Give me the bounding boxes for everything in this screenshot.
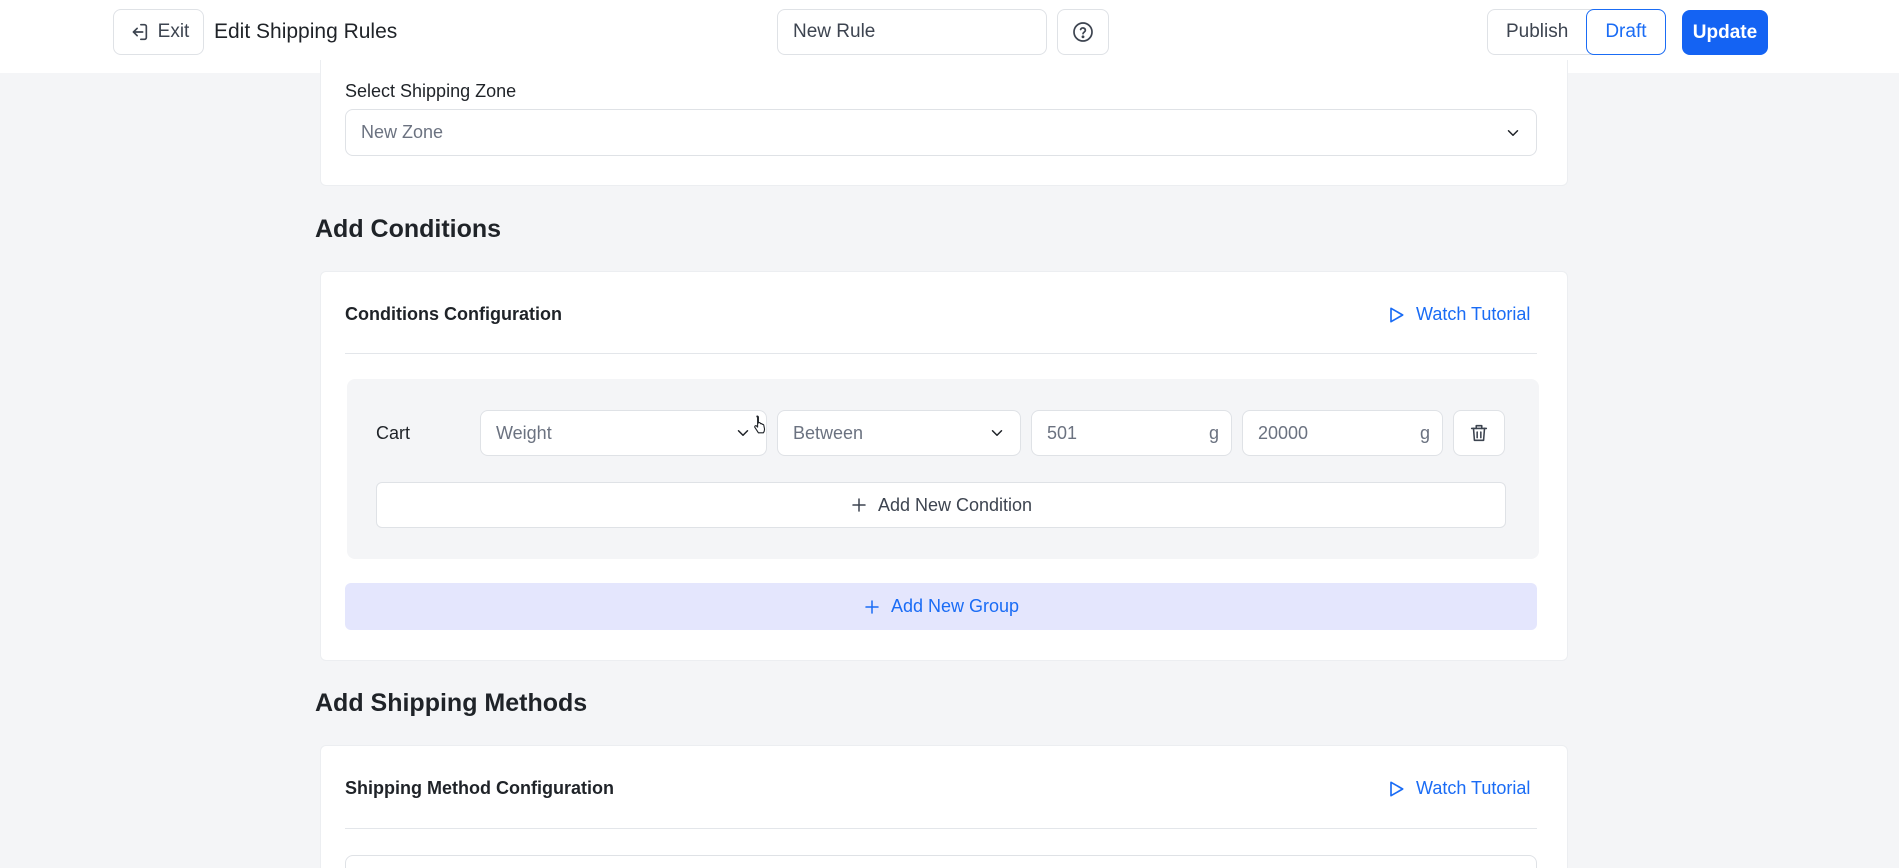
add-shipping-methods-heading: Add Shipping Methods <box>315 689 588 717</box>
add-conditions-heading: Add Conditions <box>315 215 502 243</box>
plus-icon <box>865 599 879 614</box>
pointer-cursor-icon <box>754 415 766 434</box>
condition-operator-value: Between <box>793 422 864 443</box>
chevron-down-icon <box>1507 129 1519 136</box>
status-toggle: Publish Draft <box>1487 9 1666 55</box>
shipping-methods-divider <box>345 828 1537 829</box>
shipping-methods-card <box>320 745 1568 868</box>
conditions-divider <box>345 353 1537 354</box>
conditions-card-title: Conditions Configuration <box>345 304 562 324</box>
plus-icon <box>852 498 866 512</box>
question-circle-icon <box>1073 22 1093 42</box>
page-title: Edit Shipping Rules <box>214 20 398 43</box>
condition-operator-select[interactable]: Between <box>777 410 1021 456</box>
delete-condition-button[interactable] <box>1453 410 1505 456</box>
condition-min-input[interactable]: 501 g <box>1031 410 1232 456</box>
shipping-zone-select[interactable]: New Zone <box>345 109 1537 156</box>
shipping-zone-value: New Zone <box>361 122 444 142</box>
exit-icon <box>132 23 147 41</box>
exit-button[interactable]: Exit <box>113 9 204 55</box>
condition-scope-label: Cart <box>376 423 411 443</box>
condition-group <box>347 379 1539 559</box>
max-unit: g <box>1419 422 1430 443</box>
add-group-button[interactable]: Add New Group <box>345 583 1537 630</box>
add-condition-label: Add New Condition <box>877 494 1033 515</box>
watch-tutorial-label: Watch Tutorial <box>1416 304 1531 324</box>
condition-attribute-value: Weight <box>496 422 552 443</box>
update-button[interactable]: Update <box>1682 10 1768 55</box>
trash-icon <box>1470 424 1488 442</box>
draft-option[interactable]: Draft <box>1586 9 1666 55</box>
play-icon <box>1390 307 1404 322</box>
chevron-down-icon <box>737 430 749 436</box>
shipping-methods-card-title: Shipping Method Configuration <box>345 778 614 798</box>
conditions-watch-tutorial-link[interactable]: Watch Tutorial <box>1386 304 1530 325</box>
add-group-label: Add New Group <box>890 596 1020 616</box>
help-button[interactable] <box>1057 9 1109 55</box>
max-value: 20000 <box>1258 422 1309 443</box>
shipping-watch-tutorial-link[interactable]: Watch Tutorial <box>1386 778 1530 799</box>
min-value: 501 <box>1047 422 1078 443</box>
condition-max-input[interactable]: 20000 g <box>1242 410 1443 456</box>
play-icon <box>1390 781 1404 796</box>
add-condition-button[interactable]: Add New Condition <box>376 482 1506 528</box>
chevron-down-icon <box>991 430 1003 436</box>
watch-tutorial-label: Watch Tutorial <box>1416 778 1531 798</box>
condition-attribute-select[interactable]: Weight <box>480 410 767 456</box>
rule-name-input[interactable] <box>777 9 1047 55</box>
exit-label: Exit <box>157 21 190 42</box>
publish-option[interactable]: Publish <box>1488 10 1586 54</box>
shipping-method-row[interactable] <box>345 855 1537 868</box>
min-unit: g <box>1208 422 1219 443</box>
shipping-zone-label: Select Shipping Zone <box>345 81 517 101</box>
